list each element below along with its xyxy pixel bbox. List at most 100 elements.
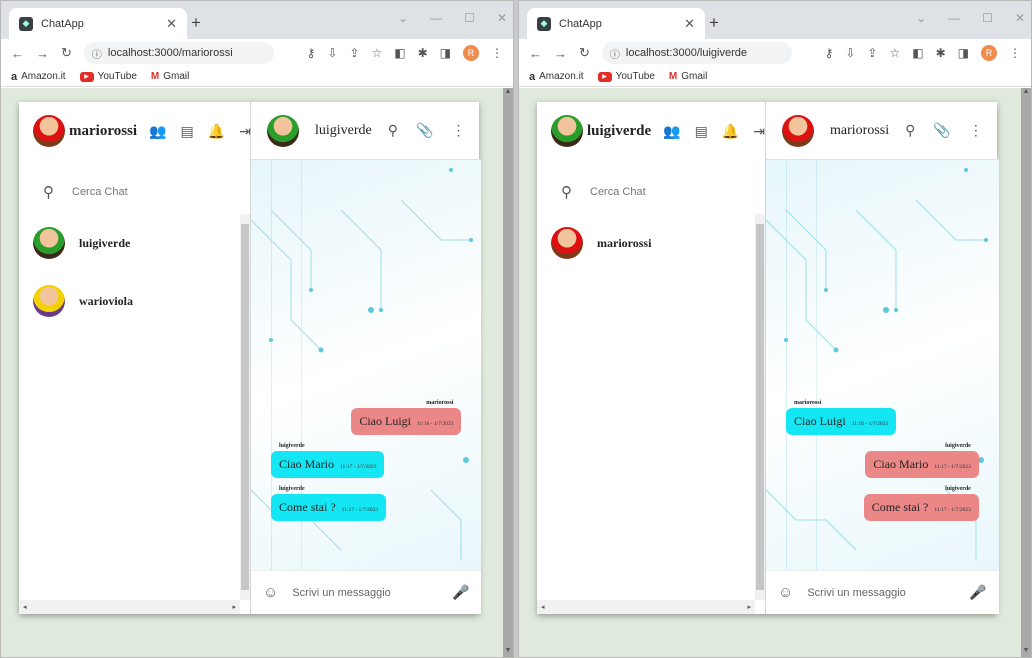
profile-avatar[interactable]: R xyxy=(463,45,479,61)
gmail-icon: M xyxy=(150,71,160,82)
message-sender: mariorossi xyxy=(794,400,822,406)
search-input[interactable] xyxy=(72,186,192,198)
star-icon[interactable]: ☆ xyxy=(889,46,900,60)
scroll-left-icon[interactable]: ◂ xyxy=(23,603,27,611)
message-text: Ciao Mario xyxy=(279,457,334,471)
key-icon[interactable]: ⚷ xyxy=(307,46,316,60)
puzzle-icon[interactable]: ✱ xyxy=(936,46,946,60)
scrollbar-thumb[interactable] xyxy=(241,224,249,590)
bookmark-gmail[interactable]: M Gmail xyxy=(151,71,189,82)
sidepanel-icon[interactable]: ◨ xyxy=(958,46,969,60)
menu-dots-icon[interactable]: ⋮ xyxy=(491,46,503,60)
chevron-down-icon[interactable]: ⌄ xyxy=(398,11,408,25)
url-field[interactable]: ⓘ localhost:3000/luigiverde xyxy=(601,42,792,64)
bookmark-gmail[interactable]: M Gmail xyxy=(669,71,707,82)
close-icon[interactable]: ✕ xyxy=(1015,11,1025,25)
info-icon: ⓘ xyxy=(609,49,620,61)
conversation-icons: ⚲ 📎 ⋮ xyxy=(905,122,983,139)
install-icon[interactable]: ⇩ xyxy=(327,46,337,60)
menu-dots-icon[interactable]: ⋮ xyxy=(1009,46,1021,60)
new-chat-icon[interactable]: ▤ xyxy=(181,123,194,140)
new-tab-icon[interactable]: + xyxy=(191,13,201,33)
list-item[interactable]: warioviola xyxy=(19,272,250,330)
menu-dots-icon[interactable]: ⋮ xyxy=(451,122,465,139)
browser-tab[interactable]: ◆ ChatApp ✕ xyxy=(9,8,187,39)
maximize-icon[interactable]: ☐ xyxy=(982,11,993,25)
message-bubble: Ciao Luigi 11:16 - 1/7/2023 xyxy=(351,408,462,435)
minimize-icon[interactable]: — xyxy=(948,11,960,25)
bookmark-amazon[interactable]: a Amazon.it xyxy=(529,71,584,83)
key-icon[interactable]: ⚷ xyxy=(825,46,834,60)
sidepanel-icon[interactable]: ◨ xyxy=(440,46,451,60)
emoji-icon[interactable]: ☺ xyxy=(778,584,793,601)
scroll-right-icon[interactable]: ▸ xyxy=(748,603,752,611)
url-field[interactable]: ⓘ localhost:3000/mariorossi xyxy=(83,42,274,64)
bookmark-youtube[interactable]: ▶ YouTube xyxy=(597,71,655,82)
page-scrollbar[interactable]: ▲ ▼ xyxy=(1021,88,1031,657)
microphone-icon[interactable]: 🎤 xyxy=(969,584,986,601)
list-item[interactable]: mariorossi xyxy=(537,214,765,272)
contacts-icon[interactable]: 👥 xyxy=(149,123,166,140)
horizontal-scrollbar[interactable]: ◂ ▸ xyxy=(19,600,240,614)
translate-icon[interactable]: ◧ xyxy=(394,46,405,60)
new-tab-icon[interactable]: + xyxy=(709,13,719,33)
message-text: Ciao Luigi xyxy=(359,414,411,428)
translate-icon[interactable]: ◧ xyxy=(912,46,923,60)
maximize-icon[interactable]: ☐ xyxy=(464,11,475,25)
search-input[interactable] xyxy=(590,186,710,198)
avatar[interactable] xyxy=(782,114,815,147)
avatar[interactable] xyxy=(33,115,65,147)
scroll-left-icon[interactable]: ◂ xyxy=(541,603,545,611)
back-icon[interactable]: ← xyxy=(529,46,542,61)
emoji-icon[interactable]: ☺ xyxy=(263,584,278,601)
reload-icon[interactable]: ↻ xyxy=(579,45,590,61)
list-item[interactable]: luigiverde xyxy=(19,214,250,272)
chevron-down-icon[interactable]: ⌄ xyxy=(916,11,926,25)
attach-icon[interactable]: 📎 xyxy=(416,122,433,139)
window-controls: ⌄ — ☐ ✕ xyxy=(916,11,1025,25)
scroll-up-icon[interactable]: ▲ xyxy=(1021,88,1031,98)
page-scrollbar[interactable]: ▲ ▼ xyxy=(503,88,513,657)
message-input[interactable]: Scrivi un messaggio xyxy=(807,587,905,599)
search-icon[interactable]: ⚲ xyxy=(388,122,398,139)
message-input[interactable]: Scrivi un messaggio xyxy=(292,587,390,599)
scroll-up-icon[interactable]: ▲ xyxy=(503,88,513,98)
scrollbar-thumb[interactable] xyxy=(756,224,765,590)
close-tab-icon[interactable]: ✕ xyxy=(684,16,695,32)
close-icon[interactable]: ✕ xyxy=(497,11,507,25)
reload-icon[interactable]: ↻ xyxy=(61,45,72,61)
bookmark-amazon[interactable]: a Amazon.it xyxy=(11,71,66,83)
amazon-icon: a xyxy=(529,70,536,83)
profile-avatar[interactable]: R xyxy=(981,45,997,61)
horizontal-scrollbar[interactable]: ◂ ▸ xyxy=(537,600,756,614)
share-icon[interactable]: ⇪ xyxy=(349,46,359,60)
new-chat-icon[interactable]: ▤ xyxy=(695,123,708,140)
attach-icon[interactable]: 📎 xyxy=(933,122,950,139)
back-icon[interactable]: ← xyxy=(11,46,24,61)
forward-icon[interactable]: → xyxy=(36,46,49,61)
puzzle-icon[interactable]: ✱ xyxy=(418,46,428,60)
avatar[interactable] xyxy=(267,114,299,147)
browser-tab[interactable]: ◆ ChatApp ✕ xyxy=(527,8,705,39)
logout-icon[interactable]: ⇥ xyxy=(753,123,765,140)
install-icon[interactable]: ⇩ xyxy=(845,46,855,60)
menu-dots-icon[interactable]: ⋮ xyxy=(969,122,983,139)
logout-icon[interactable]: ⇥ xyxy=(239,123,251,140)
scroll-right-icon[interactable]: ▸ xyxy=(232,603,236,611)
microphone-icon[interactable]: 🎤 xyxy=(452,584,469,601)
contacts-icon[interactable]: 👥 xyxy=(663,123,680,140)
chat-list-scrollbar[interactable] xyxy=(240,214,250,600)
scroll-down-icon[interactable]: ▼ xyxy=(1021,647,1031,657)
search-icon[interactable]: ⚲ xyxy=(905,122,915,139)
forward-icon[interactable]: → xyxy=(554,46,567,61)
notifications-icon[interactable]: 🔔 xyxy=(208,123,225,140)
share-icon[interactable]: ⇪ xyxy=(867,46,877,60)
chat-list-scrollbar[interactable] xyxy=(755,214,766,600)
star-icon[interactable]: ☆ xyxy=(371,46,382,60)
minimize-icon[interactable]: — xyxy=(430,11,442,25)
notifications-icon[interactable]: 🔔 xyxy=(722,123,739,140)
close-tab-icon[interactable]: ✕ xyxy=(166,16,177,32)
bookmark-youtube[interactable]: ▶ YouTube xyxy=(79,71,137,82)
avatar[interactable] xyxy=(551,115,583,147)
scroll-down-icon[interactable]: ▼ xyxy=(503,647,513,657)
